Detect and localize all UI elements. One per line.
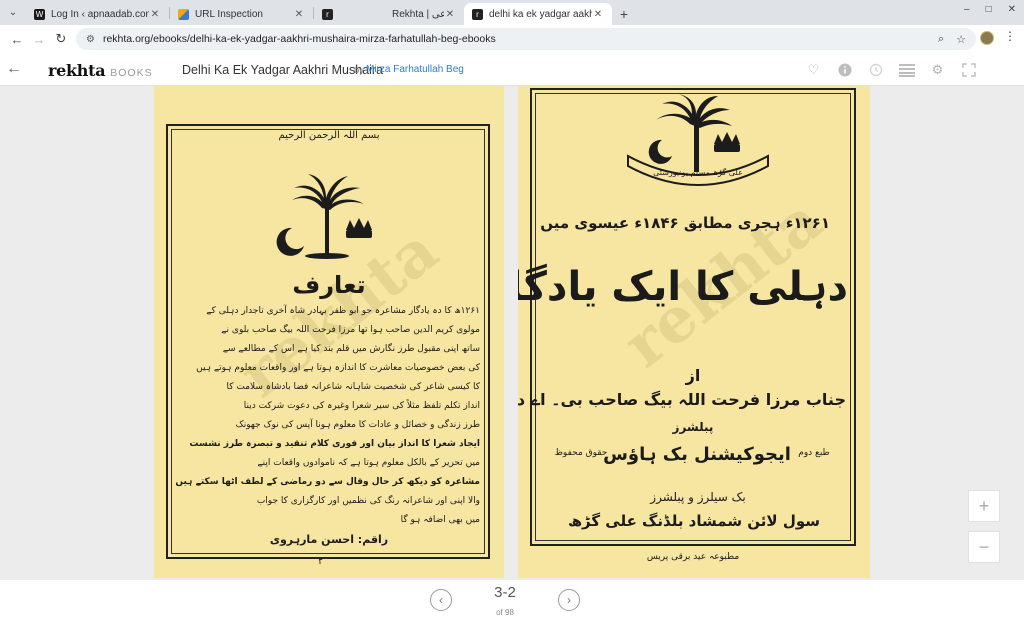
settings-icon[interactable]: ⚙ xyxy=(928,60,947,79)
close-icon[interactable]: ✕ xyxy=(592,9,604,20)
signature: راقم: احسن مارہروی xyxy=(269,533,389,546)
new-tab-button[interactable]: + xyxy=(612,3,636,25)
sellers-label: بک سیلرز و پبلشرز xyxy=(650,490,746,504)
history-icon[interactable] xyxy=(866,60,885,79)
list-icon[interactable] xyxy=(897,60,916,79)
forward-button[interactable]: → xyxy=(28,28,50,50)
text-line: مولوی کریم الدین صاحب ہوا تھا مرزا فرحت … xyxy=(221,325,480,335)
chevron-right-icon: › xyxy=(567,593,571,607)
press-line: مطبوعہ عید برقی پریس xyxy=(646,552,740,562)
close-icon[interactable]: ✕ xyxy=(293,9,305,20)
rights-right: طبع دوم xyxy=(798,448,830,458)
chevron-down-icon: ⌄ xyxy=(8,7,18,18)
browser-tab-3[interactable]: r xyxy=(314,3,384,25)
book-by: by xyxy=(354,65,365,76)
minus-icon: − xyxy=(978,536,990,557)
text-line: کا کیسی شاعر کی شخصیت شاہانہ شاعرانہ فضا… xyxy=(226,382,480,392)
current-page: 3-2 xyxy=(494,584,516,601)
date-line: ۱۲۶۱ء ہجری مطابق ۱۸۴۶ء عیسوی میں xyxy=(540,214,830,232)
text-line: والا اپنی اور شاعرانہ رنگ کی نظمیں اور ک… xyxy=(256,496,480,506)
text-line: میں بھی اضافہ ہو گا xyxy=(400,515,480,525)
minimize-icon[interactable]: – xyxy=(964,4,970,15)
tab-search-button[interactable]: ⌄ xyxy=(0,0,26,25)
previous-page-button[interactable]: ‹ xyxy=(430,589,452,611)
search-console-favicon-icon xyxy=(178,8,189,20)
az-label: از xyxy=(685,366,701,385)
book-title-urdu: دہلی کا ایک یادگار مشاعرہ xyxy=(518,264,849,310)
zoom-in-button[interactable]: + xyxy=(968,490,1000,522)
tab-title: URL Inspection xyxy=(195,8,263,20)
book-viewer: rekhta بسم اللہ الرحمن الرحیم تعارف ۱۲۶۱… xyxy=(0,86,1024,580)
book-author-link[interactable]: Mirza Farhatullah Beg xyxy=(366,64,464,75)
book-page-right: rekhta علی گڑھ مسلم یونیورسٹی ۱۲۶۱ء ہجری… xyxy=(518,86,870,578)
fullscreen-icon[interactable] xyxy=(959,60,978,79)
next-page-button[interactable]: › xyxy=(558,589,580,611)
tab-title: delhi ka ek yadgar aakhri mu xyxy=(489,8,592,20)
publishers-label: پبلشرز xyxy=(672,420,714,434)
browser-tab-active[interactable]: r delhi ka ek yadgar aakhri mu ✕ xyxy=(464,3,612,25)
brand[interactable]: rekhta BOOKS xyxy=(48,61,153,80)
plus-icon: + xyxy=(619,6,629,22)
close-icon[interactable]: ✕ xyxy=(149,9,161,20)
bookmark-star-icon[interactable]: ☆ xyxy=(956,33,966,46)
zoom-out-button[interactable]: − xyxy=(968,531,1000,563)
text-line: ۱۲۶۱ھ کا دہ یادگار مشاعرہ جو ابو ظفر بہا… xyxy=(206,306,480,316)
header-actions: ♡ ⚙ xyxy=(804,60,978,79)
info-icon[interactable] xyxy=(835,60,854,79)
bismillah: بسم اللہ الرحمن الرحیم xyxy=(278,130,380,141)
tab-title: Rekhta | رباعی xyxy=(392,8,444,20)
back-arrow-icon[interactable]: ← xyxy=(6,60,22,78)
author-line: جناب مرزا فرحت اللہ بیگ صاحب بی۔ اے دہلو… xyxy=(518,390,846,409)
profile-avatar[interactable] xyxy=(980,31,994,45)
text-line: مشاعرہ کو دیکھ کر حال وقال سے دو رماضی ک… xyxy=(175,477,480,487)
browser-tab-2[interactable]: URL Inspection ✕ xyxy=(170,3,313,25)
text-line: ایجاد شعرا کا انداز بیان اور فوری کلام ت… xyxy=(189,439,480,449)
university-emblem-icon xyxy=(627,94,769,186)
plus-icon: + xyxy=(978,495,990,516)
chevron-left-icon: ‹ xyxy=(439,593,443,607)
site-info-icon[interactable]: ⚙ xyxy=(86,34,95,45)
text-line: ساتھ اپنی مقبول طرز نگارش میں قلم بند کی… xyxy=(222,344,480,354)
emblem-text: علی گڑھ مسلم یونیورسٹی xyxy=(653,168,743,177)
wordpress-favicon-icon: W xyxy=(34,8,45,20)
zoom-icon[interactable]: ⌕ xyxy=(938,33,944,46)
browser-toolbar: ← → ↻ ⚙ rekhta.org/ebooks/delhi-ka-ek-ya… xyxy=(0,25,1024,53)
book-page-left: rekhta بسم اللہ الرحمن الرحیم تعارف ۱۲۶۱… xyxy=(154,86,504,578)
tab-title: Log In ‹ apnaadab.com — W xyxy=(51,8,149,20)
close-window-icon[interactable]: ✕ xyxy=(1008,4,1016,15)
reload-icon: ↻ xyxy=(55,31,67,46)
page-heading: تعارف xyxy=(292,271,366,299)
pagination-footer: ‹ 3-2 of 98 › xyxy=(0,580,1024,620)
back-button[interactable]: ← xyxy=(6,28,28,50)
arrow-right-icon: → xyxy=(32,31,46,47)
url-text[interactable]: rekhta.org/ebooks/delhi-ka-ek-yadgar-aak… xyxy=(103,33,926,45)
close-icon[interactable]: ✕ xyxy=(444,9,456,20)
brand-sub: BOOKS xyxy=(110,67,153,79)
arrow-left-icon: ← xyxy=(10,31,24,47)
text-line: میں تحریر کے بالکل معلوم ہوتا ہے کہ نامو… xyxy=(257,458,480,468)
browser-tab-4[interactable]: Rekhta | رباعی ✕ xyxy=(384,3,464,25)
browser-tab-strip: ⌄ W Log In ‹ apnaadab.com — W ✕ URL Insp… xyxy=(0,0,1024,25)
rekhta-favicon-icon: r xyxy=(322,8,333,20)
window-controls: – □ ✕ xyxy=(964,4,1016,15)
browser-tab-1[interactable]: W Log In ‹ apnaadab.com — W ✕ xyxy=(26,3,169,25)
palm-crown-emblem-icon xyxy=(276,174,372,259)
text-line: طرز زندگی و خصائل و عادات کا معلوم ہونا … xyxy=(235,420,480,430)
rekhta-favicon-icon: r xyxy=(472,8,483,20)
address-line: سول لائن شمشاد بلڈنگ علی گڑھ xyxy=(567,512,820,530)
text-line: کی بعض خصوصیات معاشرت کا اندازہ ہوتا ہے … xyxy=(196,363,480,373)
text-line: انداز تکلم تلفظ مثلاً کی سیر شعرا وغیرہ … xyxy=(243,401,480,411)
browser-menu-icon[interactable]: ⋮ xyxy=(1004,29,1016,43)
book-title: Delhi Ka Ek Yadgar Aakhri Mushaira xyxy=(182,63,384,77)
page-number: ۲ xyxy=(318,556,324,567)
total-pages: of 98 xyxy=(496,608,514,617)
maximize-icon[interactable]: □ xyxy=(986,4,992,15)
heart-icon[interactable]: ♡ xyxy=(804,60,823,79)
brand-logo: rekhta xyxy=(48,61,106,80)
publisher-name: ایجوکیشنل بک ہاؤس xyxy=(603,444,791,465)
app-header: ← rekhta BOOKS Delhi Ka Ek Yadgar Aakhri… xyxy=(0,53,1024,86)
reload-button[interactable]: ↻ xyxy=(50,28,72,50)
address-bar[interactable]: ⚙ rekhta.org/ebooks/delhi-ka-ek-yadgar-a… xyxy=(76,28,976,50)
